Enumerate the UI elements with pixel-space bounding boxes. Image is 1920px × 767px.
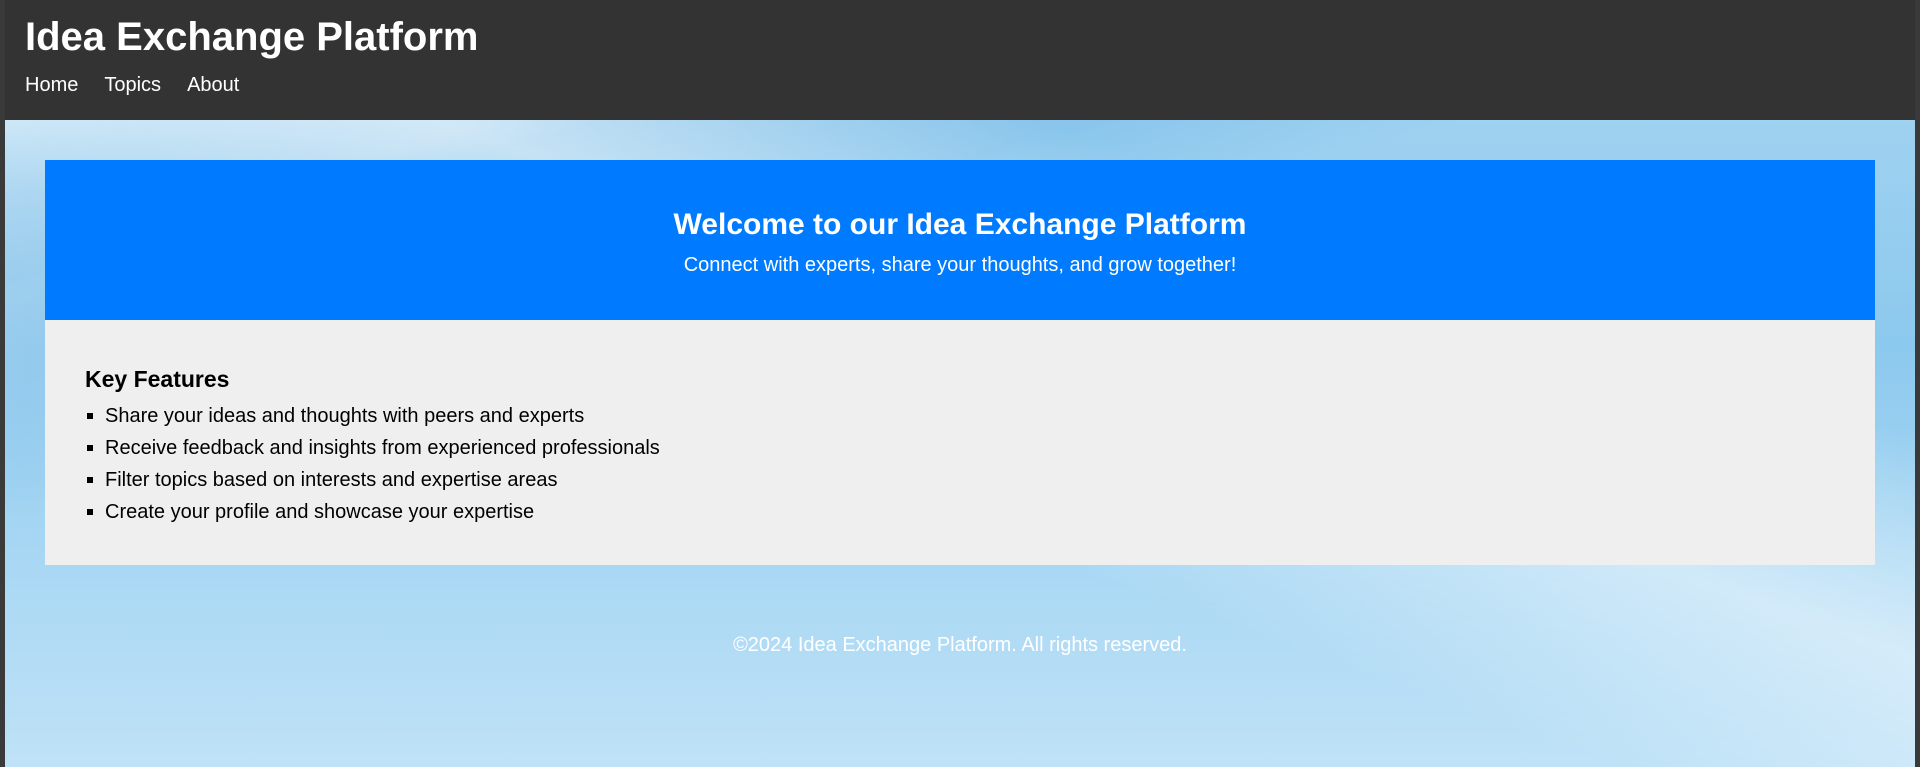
key-features-section: Key Features Share your ideas and though… [45,320,1875,565]
site-header: Idea Exchange Platform Home Topics About [5,0,1915,120]
square-bullet-icon [87,509,93,515]
nav-link-about[interactable]: About [187,72,239,98]
feature-item: Receive feedback and insights from exper… [85,432,660,464]
hero-banner: Welcome to our Idea Exchange Platform Co… [45,160,1875,320]
hero-heading: Welcome to our Idea Exchange Platform [673,208,1247,241]
hero-subheading: Connect with experts, share your thought… [683,254,1237,276]
site-footer: ©2024 Idea Exchange Platform. All rights… [5,632,1915,658]
copyright-text: ©2024 Idea Exchange Platform. All rights… [733,634,1187,656]
feature-item: Share your ideas and thoughts with peers… [85,400,660,432]
feature-item: Filter topics based on interests and exp… [85,464,660,496]
feature-text: Share your ideas and thoughts with peers… [105,405,585,427]
site-title: Idea Exchange Platform [25,15,479,59]
feature-text: Create your profile and showcase your ex… [105,501,535,523]
feature-text: Receive feedback and insights from exper… [105,437,660,459]
page-background: Idea Exchange Platform Home Topics About… [5,0,1915,767]
nav-link-topics[interactable]: Topics [104,72,161,98]
feature-item: Create your profile and showcase your ex… [85,496,660,528]
square-bullet-icon [87,445,93,451]
main-nav: Home Topics About [25,72,239,98]
feature-text: Filter topics based on interests and exp… [105,469,558,491]
square-bullet-icon [87,477,93,483]
nav-link-home[interactable]: Home [25,72,78,98]
square-bullet-icon [87,413,93,419]
features-heading: Key Features [85,366,230,392]
features-list: Share your ideas and thoughts with peers… [85,400,660,528]
